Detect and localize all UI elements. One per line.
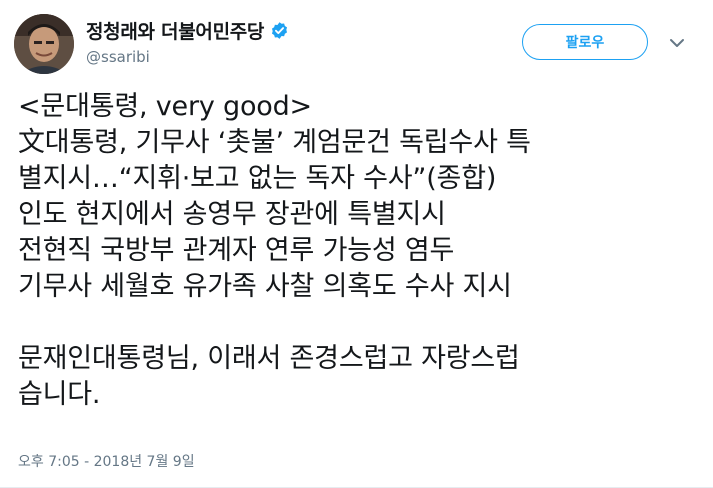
tweet-line: 기무사 세월호 유가족 사찰 의혹도 수사 지시 <box>18 271 512 302</box>
tweet-timestamp[interactable]: 오후 7:05 - 2018년 7월 9일 <box>18 451 195 471</box>
tweet-card: 정청래와 더불어민주당 @ssaribi 팔로우 <문대통령, very goo… <box>0 0 713 488</box>
user-name-row[interactable]: 정청래와 더불어민주당 <box>86 17 289 44</box>
tweet-line: 별지시…“지휘·보고 없는 독자 수사”(종합) <box>18 163 497 194</box>
avatar[interactable] <box>14 14 74 74</box>
user-handle[interactable]: @ssaribi <box>86 48 150 66</box>
tweet-line: 습니다. <box>18 379 101 410</box>
tweet-line: 문재인대통령님, 이래서 존경스럽고 자랑스럽 <box>18 343 520 374</box>
tweet-line: 인도 현지에서 송영무 장관에 특별지시 <box>18 199 446 230</box>
tweet-line: 전현직 국방부 관계자 연루 가능성 염두 <box>18 235 455 266</box>
follow-button[interactable]: 팔로우 <box>522 24 648 60</box>
chevron-down-icon[interactable] <box>668 34 686 52</box>
tweet-text: <문대통령, very good> 文대통령, 기무사 ‘촛불’ 계엄문건 독립… <box>18 89 698 413</box>
tweet-line: 文대통령, 기무사 ‘촛불’ 계엄문건 독립수사 특 <box>18 127 531 158</box>
verified-badge-icon <box>270 21 289 40</box>
tweet-line: <문대통령, very good> <box>18 91 312 122</box>
display-name[interactable]: 정청래와 더불어민주당 <box>86 17 264 44</box>
